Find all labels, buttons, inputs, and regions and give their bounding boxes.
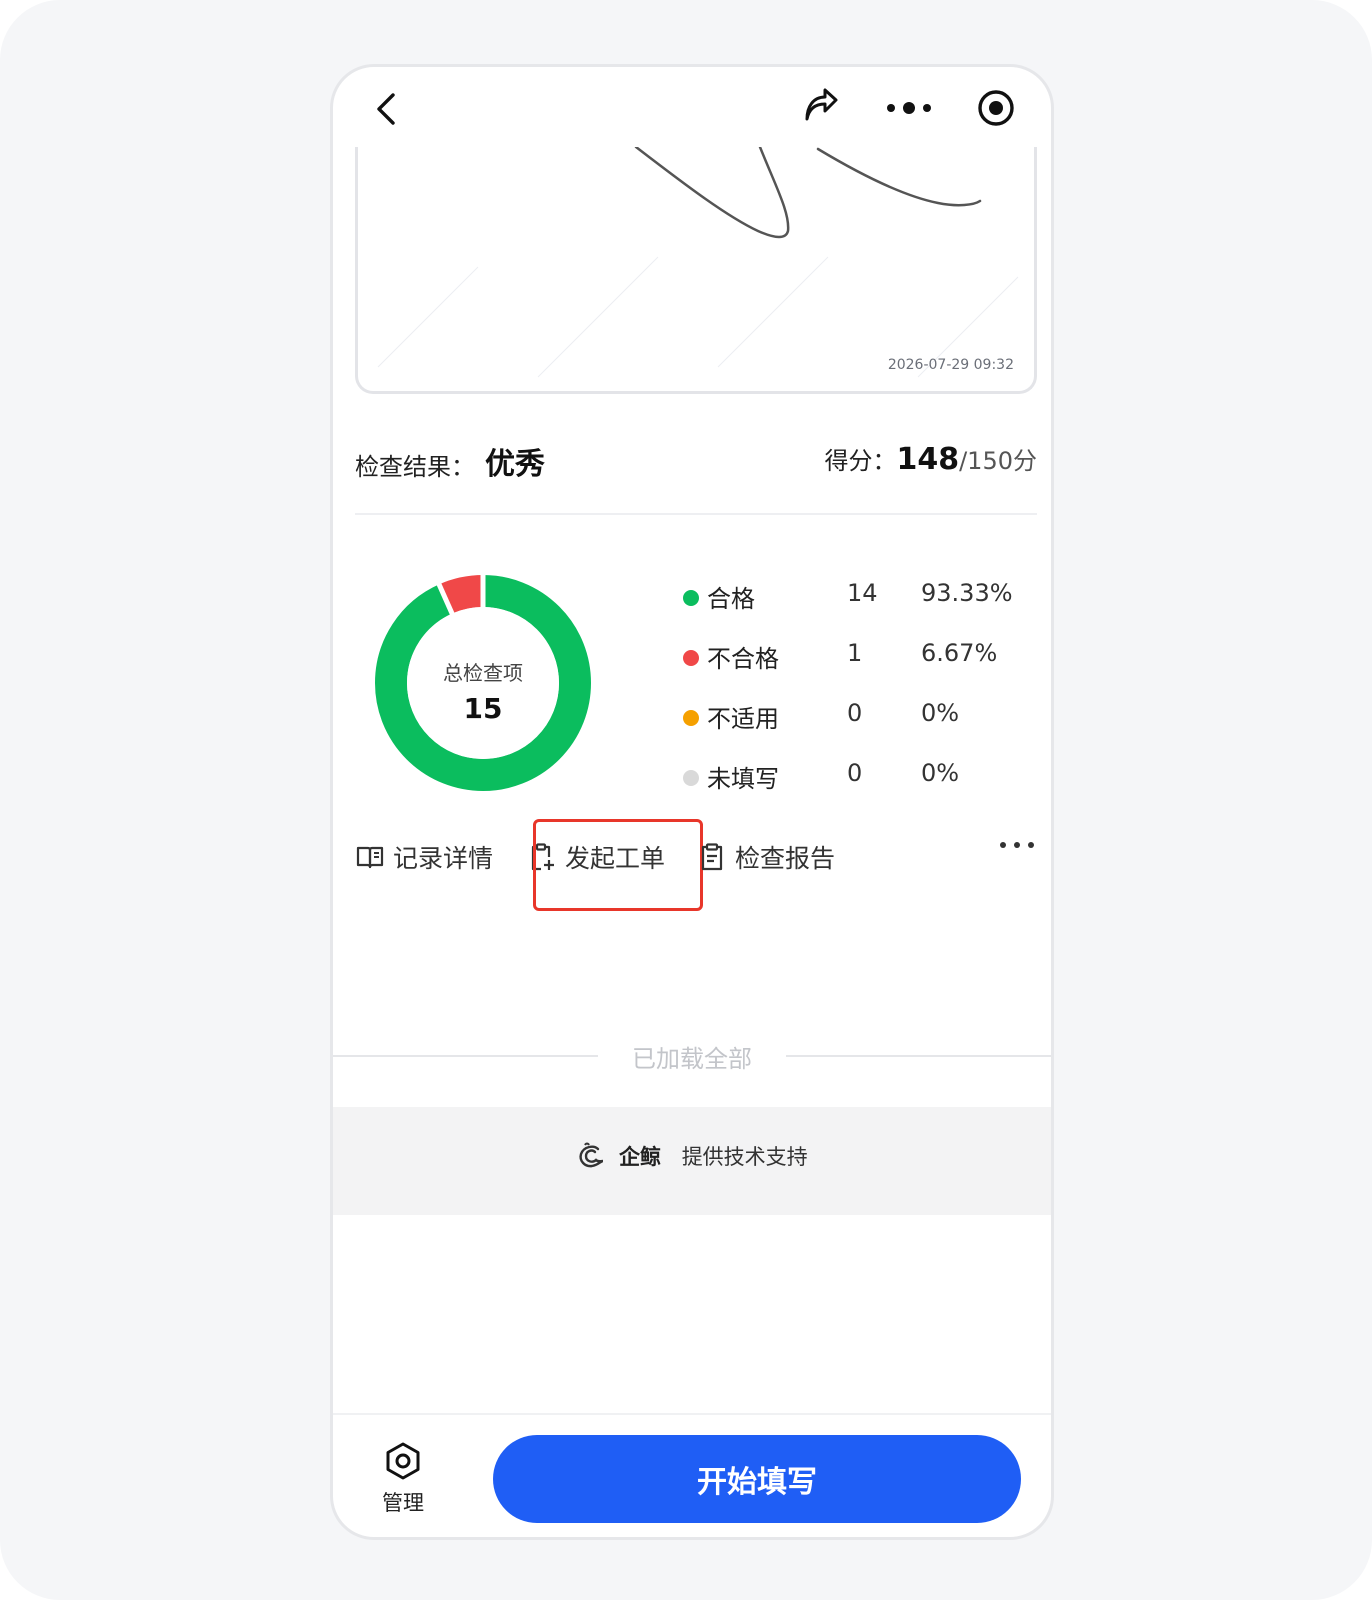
clipboard-icon bbox=[701, 843, 723, 871]
legend-dot bbox=[683, 590, 699, 606]
total-items-value: 15 bbox=[463, 692, 503, 725]
legend: 合格 14 93.33% 不合格 1 6.67% 不适用 0 0% 未填写 0 … bbox=[683, 575, 1043, 815]
score: 得分：148/150分 bbox=[824, 441, 1037, 477]
manage-button[interactable]: 管理 bbox=[373, 1441, 433, 1517]
legend-dot bbox=[683, 770, 699, 786]
donut-center: 总检查项 15 bbox=[367, 657, 599, 725]
result-value: 优秀 bbox=[485, 447, 545, 482]
legend-row-na: 不适用 0 0% bbox=[683, 695, 1043, 755]
legend-percent: 0% bbox=[921, 759, 960, 787]
record-detail-label: 记录详情 bbox=[393, 844, 494, 873]
more-horizontal-icon[interactable] bbox=[997, 835, 1037, 855]
top-bar bbox=[333, 67, 1051, 151]
legend-row-unfilled: 未填写 0 0% bbox=[683, 755, 1043, 815]
legend-count: 14 bbox=[847, 579, 878, 607]
highlight-box bbox=[533, 819, 703, 911]
legend-dot bbox=[683, 710, 699, 726]
close-target-icon[interactable] bbox=[973, 85, 1019, 131]
legend-count: 1 bbox=[847, 639, 863, 667]
support-brand: 企鲸 bbox=[619, 1145, 661, 1169]
legend-name: 不适用 bbox=[707, 705, 779, 733]
signature-box: 2026-07-29 09:32 bbox=[355, 147, 1037, 394]
legend-percent: 6.67% bbox=[921, 639, 998, 667]
record-detail-button[interactable]: 记录详情 bbox=[355, 837, 493, 877]
legend-dot bbox=[683, 650, 699, 666]
legend-row-fail: 不合格 1 6.67% bbox=[683, 635, 1043, 695]
whale-logo-icon bbox=[579, 1142, 604, 1168]
legend-percent: 0% bbox=[921, 699, 960, 727]
legend-name: 合格 bbox=[707, 585, 755, 613]
start-filling-button[interactable]: 开始填写 bbox=[493, 1435, 1021, 1523]
action-bar: 记录详情 发起工单 检查报告 bbox=[355, 819, 1037, 911]
phone-screen: 2026-07-29 09:32 检查结果： 优秀 得分：148/150分 总检… bbox=[330, 64, 1054, 1540]
score-label: 得分： bbox=[824, 447, 897, 475]
support-text: 提供技术支持 bbox=[681, 1145, 808, 1169]
tech-support-footer: 企鲸 提供技术支持 bbox=[333, 1107, 1051, 1215]
legend-percent: 93.33% bbox=[921, 579, 1013, 607]
bottom-divider bbox=[333, 1413, 1051, 1415]
legend-name: 未填写 bbox=[707, 765, 779, 793]
signature-timestamp: 2026-07-29 09:32 bbox=[887, 357, 1014, 373]
more-dots-icon[interactable] bbox=[877, 87, 941, 129]
inspection-report-label: 检查报告 bbox=[735, 844, 836, 873]
legend-name: 不合格 bbox=[707, 645, 779, 673]
legend-count: 0 bbox=[847, 699, 863, 727]
hexagon-settings-icon bbox=[386, 1442, 420, 1480]
inspection-result-row: 检查结果： 优秀 得分：148/150分 bbox=[355, 439, 1037, 489]
total-items-label: 总检查项 bbox=[443, 661, 523, 685]
manage-label: 管理 bbox=[382, 1491, 424, 1515]
book-icon bbox=[356, 846, 384, 869]
list-end-indicator: 已加载全部 bbox=[333, 1035, 1051, 1075]
tech-support-content: 企鲸 提供技术支持 bbox=[333, 1141, 1051, 1171]
inspection-report-button[interactable]: 检查报告 bbox=[697, 837, 835, 877]
legend-count: 0 bbox=[847, 759, 863, 787]
divider bbox=[355, 513, 1037, 515]
share-icon[interactable] bbox=[801, 87, 841, 127]
legend-row-pass: 合格 14 93.33% bbox=[683, 575, 1043, 635]
result-label: 检查结果： bbox=[355, 453, 475, 481]
score-total: /150分 bbox=[959, 447, 1037, 475]
mini-program-capsule bbox=[867, 77, 1037, 139]
list-end-line-right bbox=[786, 1055, 1051, 1057]
score-value: 148 bbox=[896, 442, 960, 477]
back-arrow-icon[interactable] bbox=[367, 89, 407, 129]
